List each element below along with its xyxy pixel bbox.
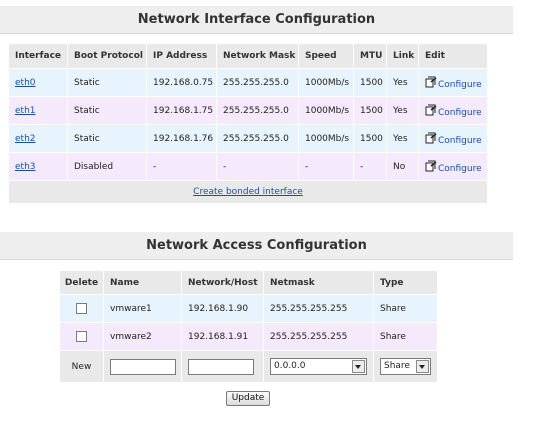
table-row: vmware2 192.168.1.91 255.255.255.255 Sha…	[60, 322, 438, 350]
host-cell: 192.168.1.90	[182, 294, 264, 322]
name-cell: vmware1	[104, 294, 182, 322]
new-entry-row: New 0.0.0.0 Share	[60, 350, 438, 382]
configure-icon	[425, 132, 437, 143]
column-header-ip-address: IP Address	[147, 44, 217, 68]
column-header-type: Type	[374, 271, 438, 294]
ip-address-cell: 192.168.0.75	[147, 68, 217, 96]
interface-table: Interface Boot Protocol IP Address Netwo…	[9, 44, 488, 203]
configure-link-eth0[interactable]: Configure	[425, 76, 482, 90]
type-cell: Share	[374, 322, 438, 350]
chevron-down-icon	[416, 360, 429, 373]
type-cell: Share	[374, 294, 438, 322]
speed-cell: -	[299, 152, 354, 180]
column-header-network-mask: Network Mask	[217, 44, 299, 68]
bond-row: Create bonded interface	[9, 180, 488, 203]
network-mask-cell: -	[217, 152, 299, 180]
delete-checkbox[interactable]	[76, 331, 87, 342]
column-header-netmask: Netmask	[264, 271, 374, 294]
interface-table-header: Interface Boot Protocol IP Address Netwo…	[9, 44, 488, 68]
network-mask-cell: 255.255.255.0	[217, 96, 299, 124]
ip-address-cell: 192.168.1.75	[147, 96, 217, 124]
chevron-down-icon	[352, 360, 365, 373]
table-row: eth0 Static 192.168.0.75 255.255.255.0 1…	[9, 68, 488, 96]
column-header-network-host: Network/Host	[182, 271, 264, 294]
name-cell: vmware2	[104, 322, 182, 350]
delete-checkbox[interactable]	[76, 303, 87, 314]
boot-protocol-cell: Static	[68, 68, 147, 96]
speed-cell: 1000Mb/s	[299, 96, 354, 124]
access-table: Delete Name Network/Host Netmask Type vm…	[60, 271, 438, 382]
column-header-name: Name	[104, 271, 182, 294]
table-row: eth3 Disabled - - - - No Configure	[9, 152, 488, 180]
configure-icon	[425, 104, 437, 115]
network-mask-cell: 255.255.255.0	[217, 124, 299, 152]
host-cell: 192.168.1.91	[182, 322, 264, 350]
ip-address-cell: 192.168.1.76	[147, 124, 217, 152]
column-header-mtu: MTU	[354, 44, 387, 68]
netmask-cell: 255.255.255.255	[264, 322, 374, 350]
mtu-cell: 1500	[354, 96, 387, 124]
configure-icon	[425, 76, 437, 87]
configure-link-eth3[interactable]: Configure	[425, 160, 482, 174]
netmask-cell: 255.255.255.255	[264, 294, 374, 322]
column-header-boot-protocol: Boot Protocol	[68, 44, 147, 68]
speed-cell: 1000Mb/s	[299, 124, 354, 152]
configure-link-eth2[interactable]: Configure	[425, 132, 482, 146]
access-section-title: Network Access Configuration	[0, 232, 513, 260]
boot-protocol-cell: Static	[68, 124, 147, 152]
access-table-header: Delete Name Network/Host Netmask Type	[60, 271, 438, 294]
update-button[interactable]: Update	[226, 391, 270, 406]
boot-protocol-cell: Disabled	[68, 152, 147, 180]
link-status-cell: Yes	[387, 96, 419, 124]
link-status-cell: Yes	[387, 124, 419, 152]
configure-link-eth1[interactable]: Configure	[425, 104, 482, 118]
boot-protocol-cell: Static	[68, 96, 147, 124]
new-name-input[interactable]	[110, 358, 176, 375]
link-status-cell: No	[387, 152, 419, 180]
column-header-interface: Interface	[9, 44, 68, 68]
column-header-delete: Delete	[60, 271, 104, 294]
interface-section-title: Network Interface Configuration	[0, 6, 513, 34]
column-header-speed: Speed	[299, 44, 354, 68]
link-status-cell: Yes	[387, 68, 419, 96]
netmask-select[interactable]: 0.0.0.0	[270, 358, 367, 375]
mtu-cell: -	[354, 152, 387, 180]
interface-link-eth0[interactable]: eth0	[15, 78, 36, 88]
mtu-cell: 1500	[354, 124, 387, 152]
interface-link-eth1[interactable]: eth1	[15, 106, 36, 116]
table-row: vmware1 192.168.1.90 255.255.255.255 Sha…	[60, 294, 438, 322]
column-header-edit: Edit	[419, 44, 488, 68]
network-mask-cell: 255.255.255.0	[217, 68, 299, 96]
new-host-input[interactable]	[188, 358, 254, 375]
new-row-label: New	[60, 350, 104, 382]
interface-link-eth3[interactable]: eth3	[15, 162, 36, 172]
type-select[interactable]: Share	[380, 358, 431, 375]
interface-link-eth2[interactable]: eth2	[15, 134, 36, 144]
mtu-cell: 1500	[354, 68, 387, 96]
column-header-link: Link	[387, 44, 419, 68]
ip-address-cell: -	[147, 152, 217, 180]
table-row: eth1 Static 192.168.1.75 255.255.255.0 1…	[9, 96, 488, 124]
configure-icon	[425, 160, 437, 171]
create-bonded-interface-link[interactable]: Create bonded interface	[193, 187, 303, 197]
table-row: eth2 Static 192.168.1.76 255.255.255.0 1…	[9, 124, 488, 152]
speed-cell: 1000Mb/s	[299, 68, 354, 96]
